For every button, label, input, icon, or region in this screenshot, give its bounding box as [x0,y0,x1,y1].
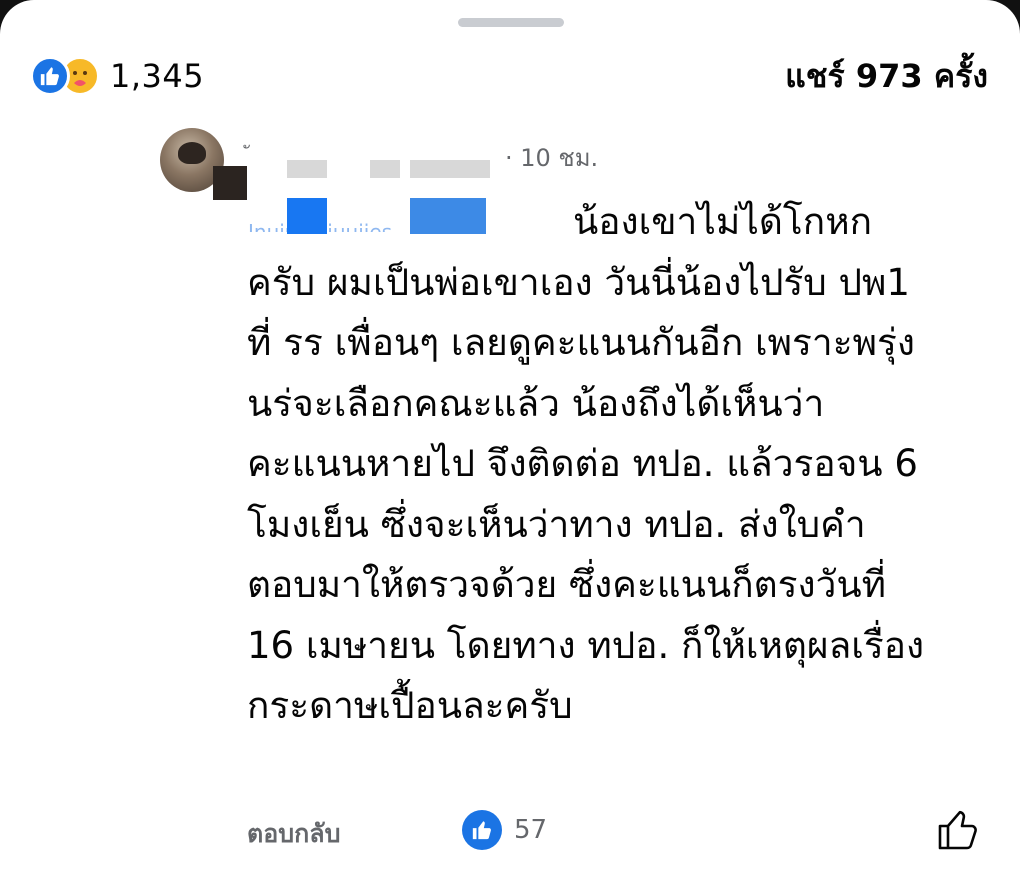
thumbs-up-icon [938,810,977,850]
name-redaction [410,160,490,178]
comment-body: น้องเขาไม่ได้โกหก ครับ ผมเป็นพ่อเขาเอง ว… [247,192,997,737]
comment-like-count: 57 [514,815,548,845]
reaction-count: 1,345 [110,57,205,95]
reaction-summary[interactable]: 1,345 [30,54,204,98]
share-count[interactable]: แชร์ 973 ครั้ง [785,54,988,98]
name-redaction [370,160,400,178]
comment-text: น้องเขาไม่ได้โกหก ครับ ผมเป็นพ่อเขาเอง ว… [247,200,925,727]
drag-handle[interactable] [458,18,564,27]
redaction-block [213,166,247,200]
comment-reactions[interactable]: 57 [462,810,547,850]
like-icon [462,810,502,850]
comments-sheet: 1,345 แชร์ 973 ครั้ง ั · 10 ชม. Inuiu Lu… [0,0,1020,875]
like-icon [30,56,70,96]
like-button[interactable] [934,806,982,854]
reply-button[interactable]: ตอบกลับ [247,814,340,854]
comment-time: · 10 ชม. [505,144,599,172]
name-redaction [287,160,327,178]
